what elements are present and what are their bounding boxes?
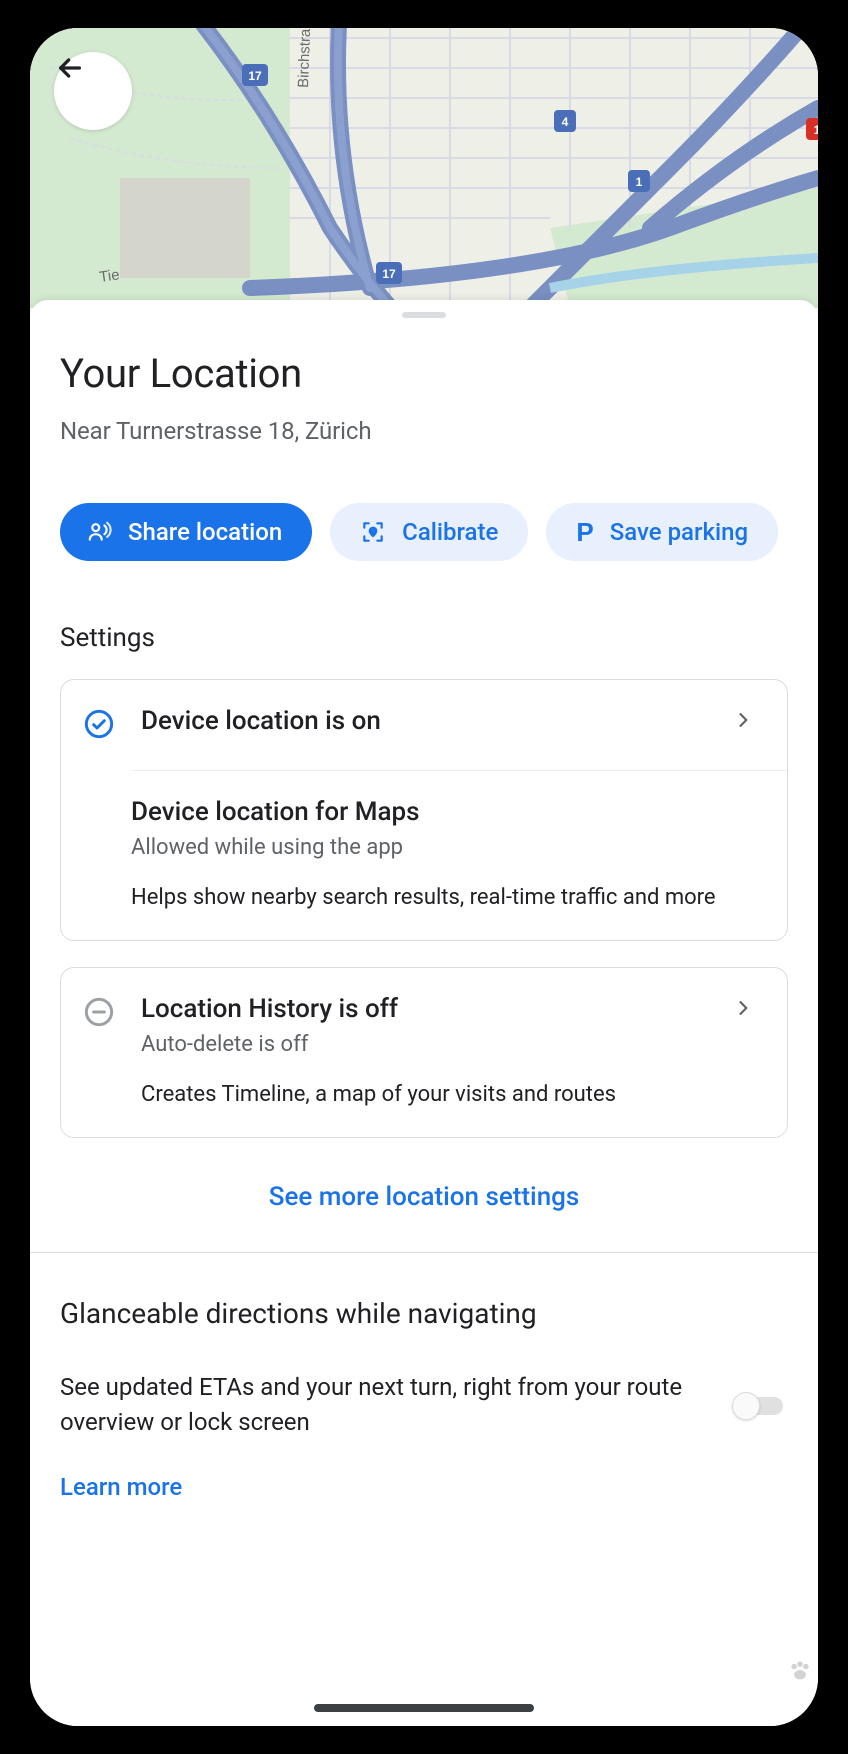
svg-text:17: 17 <box>382 267 396 281</box>
paw-icon <box>786 1656 814 1688</box>
glanceable-title: Glanceable directions while navigating <box>60 1297 788 1330</box>
location-subtitle: Near Turnerstrasse 18, Zürich <box>60 417 788 445</box>
row-description: Creates Timeline, a map of your visits a… <box>141 1079 713 1111</box>
row-title: Location History is off <box>141 994 713 1024</box>
chip-label: Calibrate <box>402 518 498 546</box>
share-location-button[interactable]: Share location <box>60 503 312 561</box>
check-circle-icon <box>83 706 121 744</box>
device-location-row[interactable]: Device location is on <box>61 680 787 770</box>
svg-text:17: 17 <box>248 69 262 83</box>
glanceable-toggle[interactable] <box>732 1389 788 1421</box>
action-chip-row: Share location Calibrate <box>60 503 788 561</box>
chevron-right-icon <box>733 994 763 1022</box>
street-label: Tie <box>98 266 120 286</box>
row-description: Helps show nearby search results, real-t… <box>131 882 763 914</box>
svg-text:4: 4 <box>562 115 569 129</box>
route-badge: 1 <box>806 118 818 140</box>
chip-label: Share location <box>128 518 282 546</box>
location-history-card: Location History is off Auto-delete is o… <box>60 967 788 1138</box>
street-label: Birchstra <box>295 28 314 88</box>
settings-heading: Settings <box>60 623 788 653</box>
learn-more-link[interactable]: Learn more <box>60 1473 788 1501</box>
route-badge: 1 <box>628 170 650 192</box>
share-location-icon <box>86 519 112 545</box>
route-badge: 17 <box>376 262 402 284</box>
route-badge: 17 <box>242 64 268 86</box>
calibrate-button[interactable]: Calibrate <box>330 503 528 561</box>
svg-text:1: 1 <box>814 123 818 137</box>
divider <box>30 1252 818 1253</box>
back-button[interactable] <box>54 52 132 130</box>
device-location-card: Device location is on Device location fo… <box>60 679 788 941</box>
see-more-settings-link[interactable]: See more location settings <box>60 1182 788 1212</box>
glanceable-description: See updated ETAs and your next turn, rig… <box>60 1370 712 1440</box>
bottom-sheet: Your Location Near Turnerstrasse 18, Zür… <box>30 300 818 1726</box>
page-title: Your Location <box>60 350 788 397</box>
parking-icon: P <box>576 517 593 548</box>
navigation-handle[interactable] <box>314 1704 534 1712</box>
map-preview[interactable]: 17 4 1 17 1 Birchs <box>30 28 818 308</box>
chip-label: Save parking <box>610 518 748 546</box>
save-parking-button[interactable]: P Save parking <box>546 503 778 561</box>
calibrate-icon <box>360 519 386 545</box>
row-subtitle: Allowed while using the app <box>131 835 763 860</box>
row-title: Device location is on <box>141 706 713 736</box>
row-title: Device location for Maps <box>131 797 763 827</box>
minus-circle-icon <box>83 994 121 1032</box>
row-subtitle: Auto-delete is off <box>141 1032 713 1057</box>
route-badge: 4 <box>554 110 576 132</box>
svg-text:1: 1 <box>636 175 643 189</box>
chevron-right-icon <box>733 706 763 734</box>
device-location-maps-row[interactable]: Device location for Maps Allowed while u… <box>131 770 787 940</box>
location-history-row[interactable]: Location History is off Auto-delete is o… <box>61 968 787 1137</box>
